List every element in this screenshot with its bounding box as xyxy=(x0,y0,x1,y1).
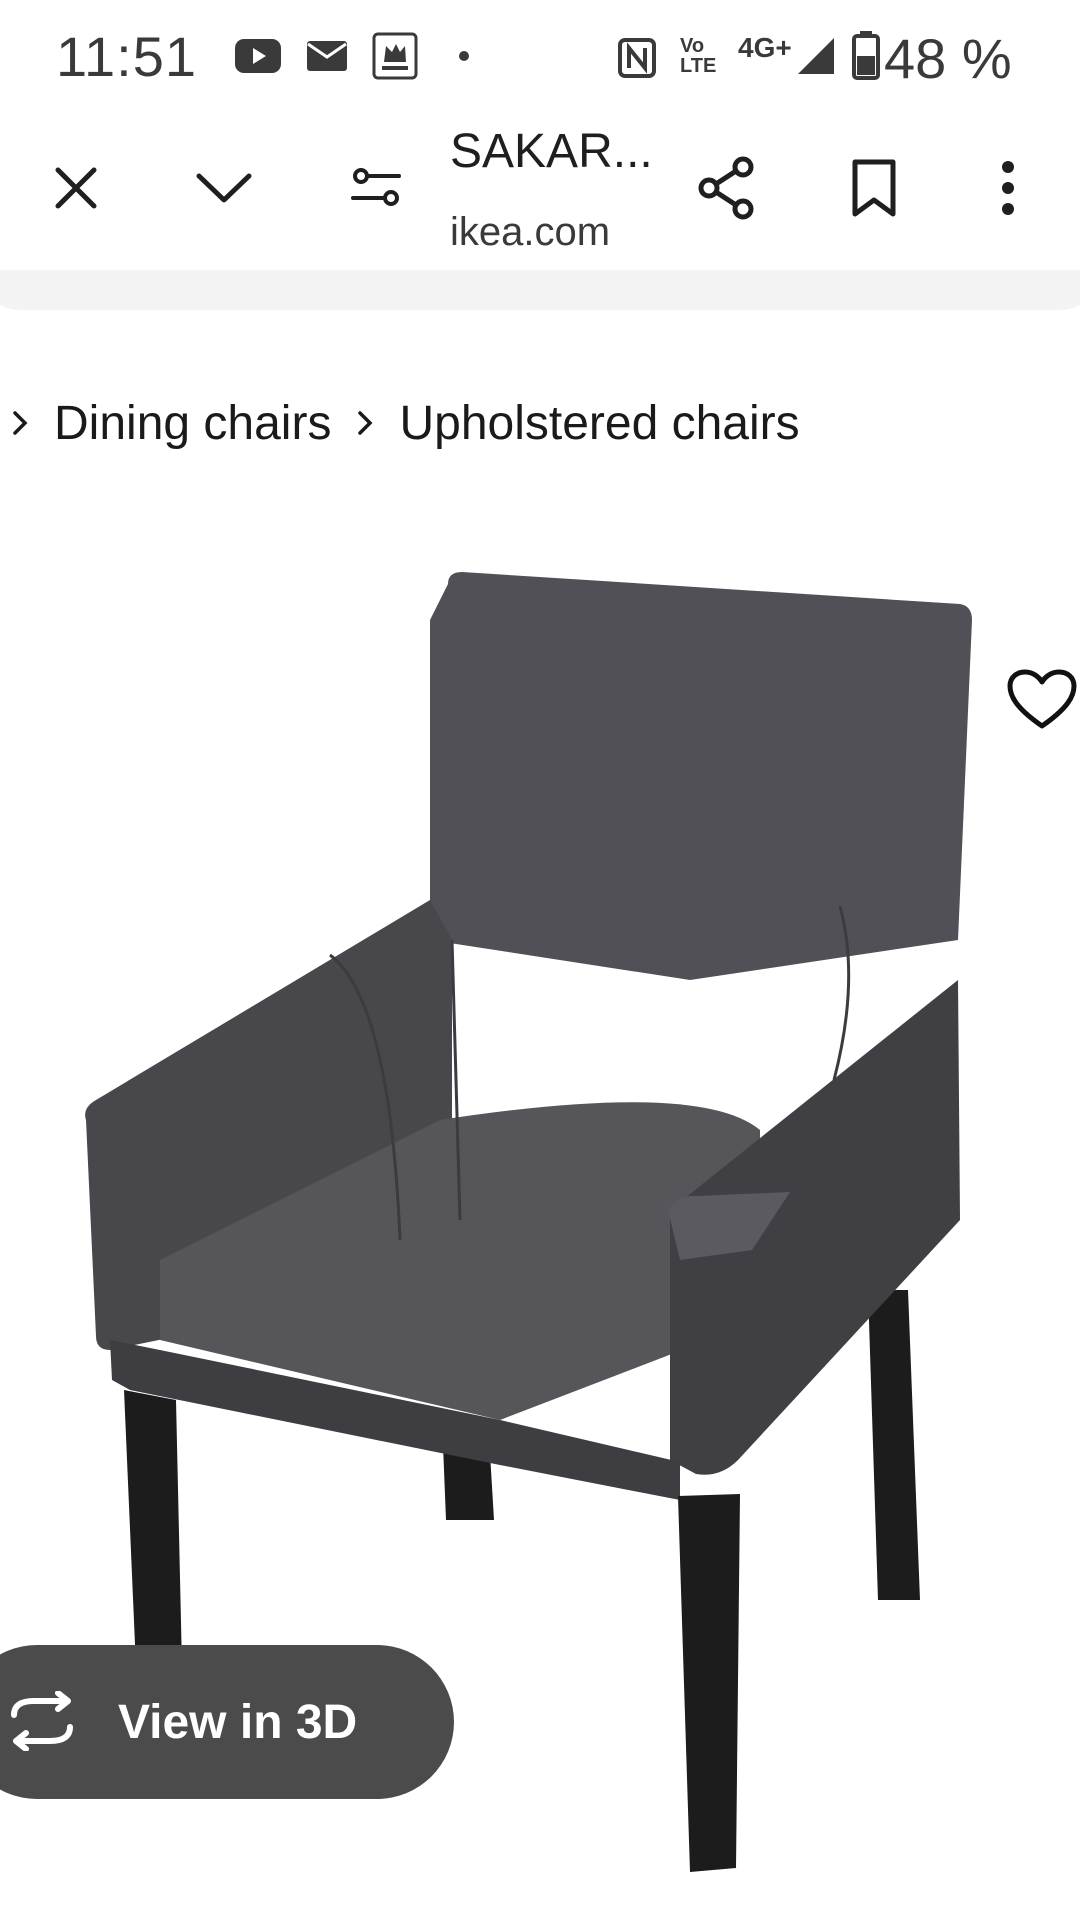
chair-backrest xyxy=(430,572,972,980)
breadcrumb-separator-icon xyxy=(345,409,385,437)
battery-percent: 48 % xyxy=(884,27,1012,90)
close-button[interactable] xyxy=(36,148,116,228)
site-settings-button[interactable] xyxy=(336,148,416,228)
more-options-button[interactable] xyxy=(968,148,1048,228)
more-vert-icon xyxy=(1002,161,1014,215)
tune-icon xyxy=(351,168,401,206)
status-time: 11:51 xyxy=(56,25,197,88)
chair-back-leg xyxy=(868,1290,920,1600)
add-to-favourites-button[interactable] xyxy=(1006,668,1080,748)
mega-image-app-icon xyxy=(372,32,418,80)
battery-icon xyxy=(852,31,880,80)
bookmark-button[interactable] xyxy=(834,148,914,228)
chair-front-leg xyxy=(678,1494,740,1872)
rotate-3d-icon xyxy=(11,1691,73,1751)
dot-icon xyxy=(459,51,469,61)
share-icon xyxy=(698,156,754,220)
view-in-3d-button[interactable]: View in 3D xyxy=(0,1645,454,1799)
breadcrumb-separator-icon xyxy=(0,409,40,437)
network-type: 4G+ xyxy=(738,32,792,63)
chevron-down-icon xyxy=(196,173,252,203)
status-bar: 11:51 Vo LTE 4G+ 48 % xyxy=(0,0,1080,110)
minimize-button[interactable] xyxy=(184,148,264,228)
mail-icon xyxy=(307,41,347,71)
page-title: SAKAR... xyxy=(450,125,653,178)
share-button[interactable] xyxy=(686,148,766,228)
page-domain: ikea.com xyxy=(450,210,611,254)
youtube-icon xyxy=(235,39,281,73)
breadcrumb: Dining chairs Upholstered chairs xyxy=(0,388,814,458)
view-in-3d-label: View in 3D xyxy=(118,1696,358,1749)
breadcrumb-upholstered-chairs[interactable]: Upholstered chairs xyxy=(399,396,799,451)
page-top-band xyxy=(0,270,1080,310)
breadcrumb-dining-chairs[interactable]: Dining chairs xyxy=(54,396,331,451)
nfc-icon xyxy=(618,38,656,78)
volte-label: Vo LTE xyxy=(680,35,717,77)
bookmark-icon xyxy=(852,159,896,217)
signal-icon xyxy=(798,38,834,74)
heart-icon xyxy=(1007,669,1077,729)
close-icon xyxy=(55,167,97,209)
